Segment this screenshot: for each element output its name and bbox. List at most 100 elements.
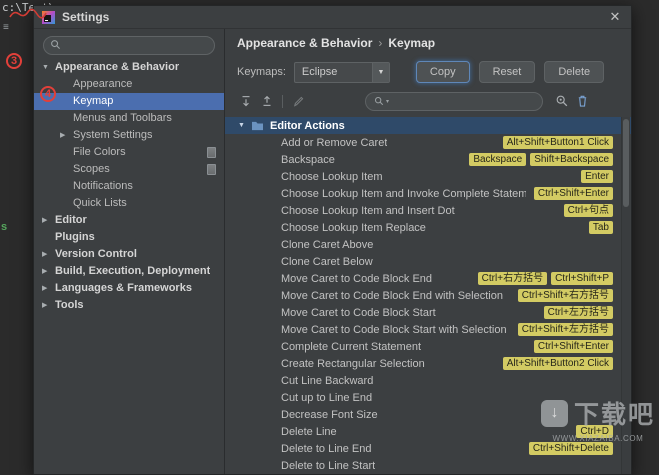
action-row-clone-caret-below[interactable]: Clone Caret Below — [225, 253, 631, 270]
action-row-move-caret-to-code-block-start-with-selection[interactable]: Move Caret to Code Block Start with Sele… — [225, 321, 631, 338]
action-name: Backspace — [281, 154, 335, 166]
chevron-down-icon[interactable]: ▼ — [372, 63, 389, 82]
sidebar-item-notifications[interactable]: Notifications — [34, 178, 224, 195]
chevron-down-icon[interactable]: ▼ — [42, 64, 55, 71]
annotation-circle-4: 4 — [40, 86, 56, 102]
sidebar-item-appearance[interactable]: Appearance — [34, 76, 224, 93]
shortcut-badge: Alt+Shift+Button1 Click — [503, 136, 613, 149]
shortcut-badge: Ctrl+句点 — [564, 204, 613, 217]
sidebar-item-label: Version Control — [55, 248, 137, 260]
action-row-clone-caret-above[interactable]: Clone Caret Above — [225, 236, 631, 253]
watermark-url: WWW.XIAZAIBA.COM — [541, 434, 655, 443]
settings-sidebar: ▼Appearance & BehaviorAppearanceKeymapMe… — [34, 29, 225, 474]
sidebar-search — [34, 35, 224, 59]
reset-button[interactable]: Reset — [479, 61, 536, 83]
search-options-icon[interactable]: ▾ — [386, 98, 389, 105]
action-row-delete-to-line-start[interactable]: Delete to Line Start — [225, 457, 631, 474]
shortcut-badge: Tab — [589, 221, 613, 234]
sidebar-item-keymap[interactable]: Keymap — [34, 93, 224, 110]
shortcut-badges: Ctrl+左方括号 — [536, 306, 631, 319]
sidebar-item-scopes[interactable]: Scopes — [34, 161, 224, 178]
folder-icon — [251, 120, 264, 131]
sidebar-item-tools[interactable]: ▶Tools — [34, 297, 224, 314]
action-row-move-caret-to-code-block-end[interactable]: Move Caret to Code Block EndCtrl+右方括号Ctr… — [225, 270, 631, 287]
scrollbar-thumb[interactable] — [623, 119, 629, 207]
action-row-choose-lookup-item-replace[interactable]: Choose Lookup Item ReplaceTab — [225, 219, 631, 236]
shortcut-badges: Ctrl+Shift+Delete — [521, 442, 631, 455]
breadcrumb-separator: › — [378, 36, 382, 50]
action-row-add-or-remove-caret[interactable]: Add or Remove CaretAlt+Shift+Button1 Cli… — [225, 134, 631, 151]
shortcut-badges: Ctrl+Shift+Enter — [526, 340, 631, 353]
chevron-right-icon[interactable]: ▶ — [42, 267, 55, 275]
chevron-right-icon[interactable]: ▶ — [42, 284, 55, 292]
sidebar-item-editor[interactable]: ▶Editor — [34, 212, 224, 229]
action-row-create-rectangular-selection[interactable]: Create Rectangular SelectionAlt+Shift+Bu… — [225, 355, 631, 372]
sidebar-item-quick-lists[interactable]: Quick Lists — [34, 195, 224, 212]
collapse-all-icon[interactable] — [258, 93, 275, 109]
find-actions-by-shortcut-icon[interactable] — [553, 93, 570, 109]
sidebar-item-build-execution-deployment[interactable]: ▶Build, Execution, Deployment — [34, 263, 224, 280]
sidebar-item-appearance-behavior[interactable]: ▼Appearance & Behavior — [34, 59, 224, 76]
settings-search-input[interactable] — [43, 36, 215, 55]
sidebar-item-version-control[interactable]: ▶Version Control — [34, 246, 224, 263]
annotation-circle-3: 3 — [6, 53, 22, 69]
sidebar-item-label: Keymap — [73, 95, 113, 107]
toolbar-divider — [282, 95, 283, 108]
close-icon[interactable]: ✕ — [607, 9, 623, 25]
shortcut-badge: Ctrl+Shift+Enter — [534, 340, 613, 353]
action-row-move-caret-to-code-block-start[interactable]: Move Caret to Code Block StartCtrl+左方括号 — [225, 304, 631, 321]
chevron-right-icon[interactable]: ▶ — [42, 250, 55, 258]
shortcut-badges: Ctrl+Shift+Enter — [526, 187, 631, 200]
actions-search-field[interactable]: ▾ — [365, 92, 543, 111]
watermark: ↓ 下载吧 WWW.XIAZAIBA.COM — [541, 395, 655, 443]
sidebar-item-languages-frameworks[interactable]: ▶Languages & Frameworks — [34, 280, 224, 297]
page-icon — [207, 164, 216, 175]
sidebar-item-plugins[interactable]: Plugins — [34, 229, 224, 246]
delete-button[interactable]: Delete — [544, 61, 604, 83]
trash-icon[interactable] — [574, 93, 591, 109]
sidebar-item-label: System Settings — [73, 129, 152, 141]
copy-button[interactable]: Copy — [416, 61, 470, 83]
chevron-down-icon[interactable]: ▼ — [238, 122, 250, 129]
download-arrow-icon: ↓ — [541, 400, 568, 427]
shortcut-badges: Ctrl+Shift+右方括号 — [510, 289, 631, 302]
sidebar-item-file-colors[interactable]: File Colors — [34, 144, 224, 161]
shortcut-badge: Alt+Shift+Button2 Click — [503, 357, 613, 370]
sidebar-item-label: Build, Execution, Deployment — [55, 265, 210, 277]
shortcut-badges: Ctrl+Shift+左方括号 — [510, 323, 631, 336]
sidebar-item-system-settings[interactable]: ▶System Settings — [34, 127, 224, 144]
group-label: Editor Actions — [270, 120, 345, 132]
chevron-right-icon[interactable]: ▶ — [60, 131, 73, 139]
keymap-select[interactable]: Eclipse ▼ — [294, 62, 390, 83]
action-row-backspace[interactable]: BackspaceBackspaceShift+Backspace — [225, 151, 631, 168]
sidebar-item-label: Languages & Frameworks — [55, 282, 192, 294]
sidebar-item-menus-and-toolbars[interactable]: Menus and Toolbars — [34, 110, 224, 127]
keymaps-row: Keymaps: Eclipse ▼ Copy Reset Delete — [237, 61, 619, 83]
sidebar-item-label: Menus and Toolbars — [73, 112, 172, 124]
action-name: Cut Line Backward — [281, 375, 373, 387]
watermark-title: 下载吧 — [574, 395, 655, 431]
chevron-right-icon[interactable]: ▶ — [42, 216, 55, 224]
action-name: Move Caret to Code Block Start with Sele… — [281, 324, 507, 336]
chevron-right-icon[interactable]: ▶ — [42, 301, 55, 309]
action-row-complete-current-statement[interactable]: Complete Current Statement Ctrl+Shift+Ent… — [225, 338, 631, 355]
action-row-choose-lookup-item-and-invoke-complete-statement[interactable]: Choose Lookup Item and Invoke Complete S… — [225, 185, 631, 202]
action-name: Complete Current Statement — [281, 341, 421, 353]
action-row-choose-lookup-item[interactable]: Choose Lookup ItemEnter — [225, 168, 631, 185]
action-group-editor-actions[interactable]: ▼ Editor Actions — [225, 117, 631, 134]
action-row-cut-line-backward[interactable]: Cut Line Backward — [225, 372, 631, 389]
action-row-move-caret-to-code-block-end-with-selection[interactable]: Move Caret to Code Block End with Select… — [225, 287, 631, 304]
dialog-titlebar: Settings ✕ — [34, 6, 631, 29]
shortcut-badge: Enter — [581, 170, 613, 183]
sidebar-item-label: Quick Lists — [73, 197, 127, 209]
expand-all-icon[interactable] — [237, 93, 254, 109]
action-row-choose-lookup-item-and-insert-dot[interactable]: Choose Lookup Item and Insert DotCtrl+句点 — [225, 202, 631, 219]
edit-shortcut-icon[interactable] — [290, 93, 307, 109]
action-name: Clone Caret Below — [281, 256, 373, 268]
sidebar-item-label: Appearance & Behavior — [55, 61, 179, 73]
sidebar-item-label: Tools — [55, 299, 84, 311]
sidebar-item-label: File Colors — [73, 146, 126, 158]
shortcut-badge: Ctrl+Shift+左方括号 — [518, 323, 613, 336]
shortcut-badges: Ctrl+右方括号Ctrl+Shift+P — [470, 272, 631, 285]
red-scribble-annotation — [8, 7, 48, 21]
